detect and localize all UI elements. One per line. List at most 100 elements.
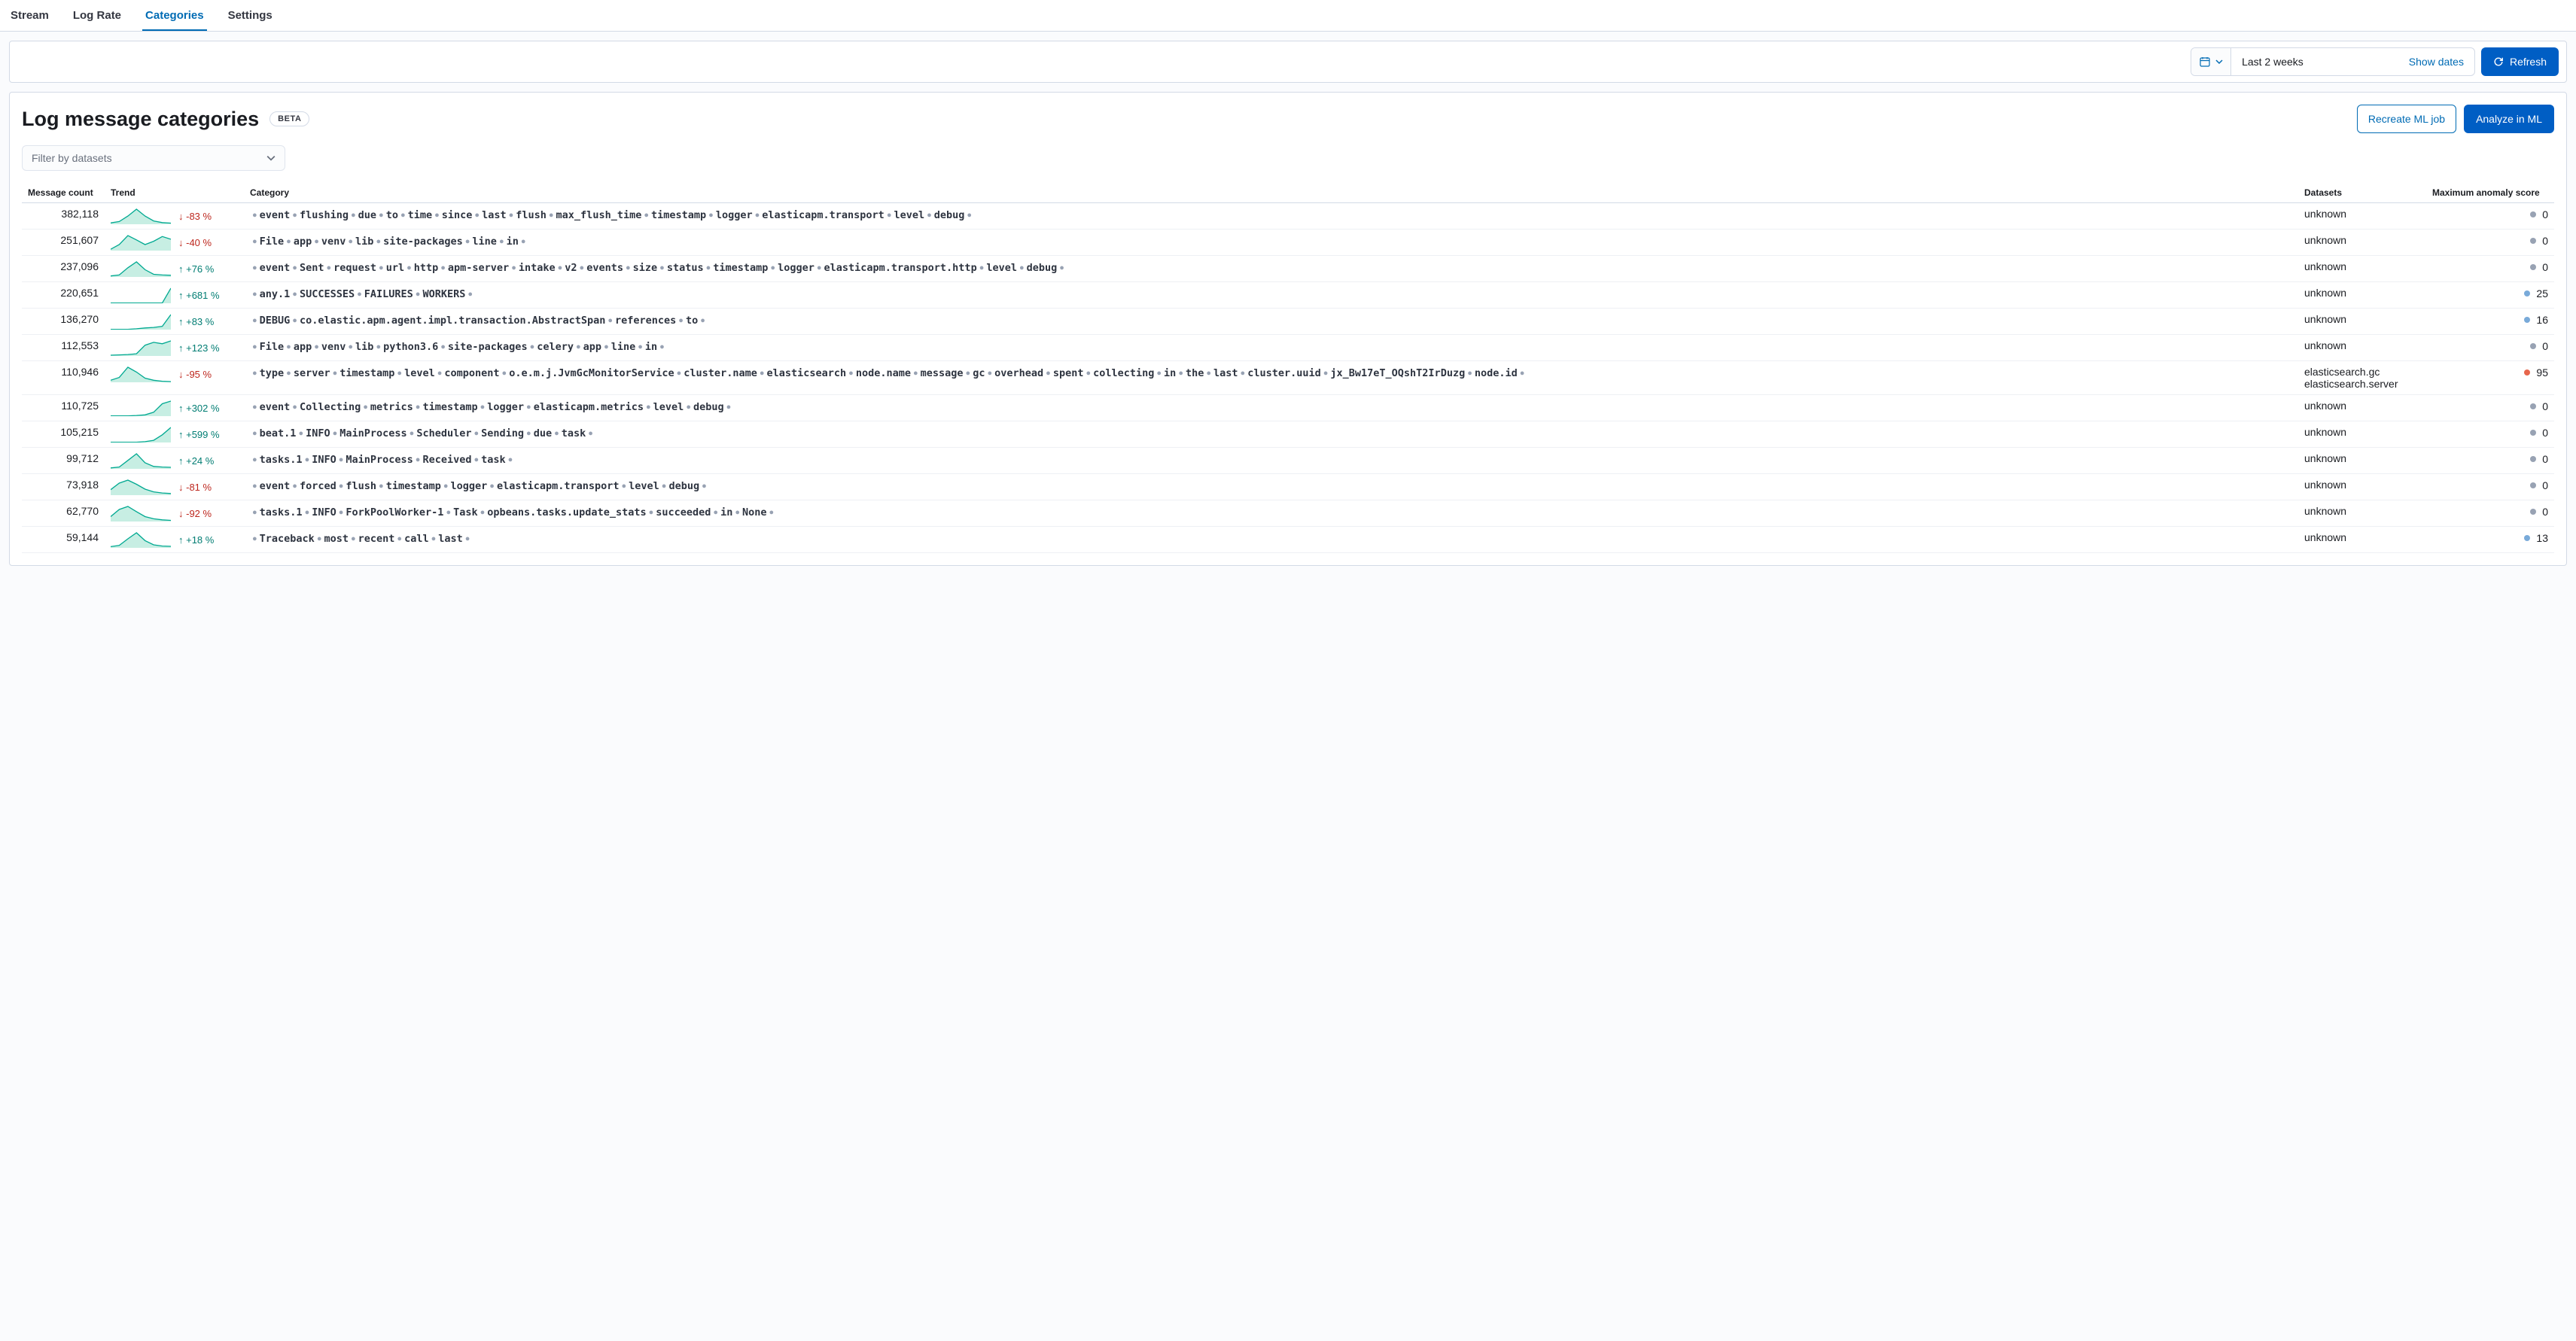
arrow-down-icon: ↓ -92 % xyxy=(178,508,212,519)
tab-log-rate[interactable]: Log Rate xyxy=(70,0,124,31)
datasets-cell: unknown xyxy=(2298,230,2426,256)
anomaly-score: 13 xyxy=(2426,527,2554,553)
datasets-cell: unknown xyxy=(2298,335,2426,361)
table-row[interactable]: 251,607↓ -40 %●File●app●venv●lib●site-pa… xyxy=(22,230,2554,256)
calendar-button[interactable] xyxy=(2191,48,2231,75)
arrow-up-icon: ↑ +681 % xyxy=(178,290,220,301)
trend-cell: ↓ -81 % xyxy=(105,474,244,500)
message-count: 112,553 xyxy=(22,335,105,361)
message-count: 110,725 xyxy=(22,395,105,421)
severity-dot-icon xyxy=(2524,369,2530,376)
categories-table: Message count Trend Category Datasets Ma… xyxy=(22,183,2554,553)
table-row[interactable]: 105,215↑ +599 %●beat.1●INFO●MainProcess●… xyxy=(22,421,2554,448)
beta-badge: BETA xyxy=(269,111,309,126)
datasets-cell: unknown xyxy=(2298,500,2426,527)
page-title: Log message categories xyxy=(22,108,259,131)
category-tokens: ●tasks.1●INFO●MainProcess●Received●task● xyxy=(244,448,2298,474)
arrow-up-icon: ↑ +302 % xyxy=(178,403,220,414)
trend-cell: ↑ +83 % xyxy=(105,309,244,335)
message-count: 59,144 xyxy=(22,527,105,553)
category-tokens: ●beat.1●INFO●MainProcess●Scheduler●Sendi… xyxy=(244,421,2298,448)
arrow-up-icon: ↑ +599 % xyxy=(178,429,220,440)
tab-stream[interactable]: Stream xyxy=(8,0,52,31)
table-row[interactable]: 136,270↑ +83 %●DEBUG●co.elastic.apm.agen… xyxy=(22,309,2554,335)
category-tokens: ●tasks.1●INFO●ForkPoolWorker-1●Task●opbe… xyxy=(244,500,2298,527)
severity-dot-icon xyxy=(2530,482,2536,488)
tab-categories[interactable]: Categories xyxy=(142,0,207,31)
category-tokens: ●DEBUG●co.elastic.apm.agent.impl.transac… xyxy=(244,309,2298,335)
time-toolbar: Last 2 weeks Show dates Refresh xyxy=(9,41,2567,83)
col-datasets[interactable]: Datasets xyxy=(2298,183,2426,203)
datasets-cell: elasticsearch.gc elasticsearch.server xyxy=(2298,361,2426,395)
categories-panel: Log message categories BETA Recreate ML … xyxy=(9,92,2567,566)
trend-cell: ↓ -92 % xyxy=(105,500,244,527)
table-row[interactable]: 73,918↓ -81 %●event●forced●flush●timesta… xyxy=(22,474,2554,500)
severity-dot-icon xyxy=(2524,535,2530,541)
date-range-body[interactable]: Last 2 weeks Show dates xyxy=(2231,56,2474,68)
arrow-down-icon: ↓ -40 % xyxy=(178,237,212,248)
severity-dot-icon xyxy=(2530,211,2536,217)
anomaly-score: 0 xyxy=(2426,335,2554,361)
category-tokens: ●any.1●SUCCESSES●FAILURES●WORKERS● xyxy=(244,282,2298,309)
arrow-up-icon: ↑ +123 % xyxy=(178,342,220,354)
col-score[interactable]: Maximum anomaly score xyxy=(2426,183,2554,203)
category-tokens: ●Traceback●most●recent●call●last● xyxy=(244,527,2298,553)
table-row[interactable]: 99,712↑ +24 %●tasks.1●INFO●MainProcess●R… xyxy=(22,448,2554,474)
severity-dot-icon xyxy=(2530,456,2536,462)
category-tokens: ●event●Collecting●metrics●timestamp●logg… xyxy=(244,395,2298,421)
table-row[interactable]: 59,144 ↑ +18 % ●Traceback●most●recent●call… xyxy=(22,527,2554,553)
main-tabs: Stream Log Rate Categories Settings xyxy=(0,0,2576,32)
anomaly-score: 0 xyxy=(2426,448,2554,474)
refresh-icon xyxy=(2493,56,2504,67)
col-message-count[interactable]: Message count xyxy=(22,183,105,203)
datasets-cell: unknown xyxy=(2298,421,2426,448)
severity-dot-icon xyxy=(2524,317,2530,323)
anomaly-score: 0 xyxy=(2426,256,2554,282)
trend-cell: ↓ -95 % xyxy=(105,361,244,395)
recreate-ml-button[interactable]: Recreate ML job xyxy=(2357,105,2456,133)
arrow-down-icon: ↓ -83 % xyxy=(178,211,212,222)
category-tokens: ●event●flushing●due●to●time●since●last●f… xyxy=(244,203,2298,230)
message-count: 110,946 xyxy=(22,361,105,395)
analyze-ml-button[interactable]: Analyze in ML xyxy=(2464,105,2554,133)
show-dates-link[interactable]: Show dates xyxy=(2409,56,2464,68)
table-row[interactable]: 112,553 ↑ +123 % ●File●app●venv●lib●python… xyxy=(22,335,2554,361)
tab-settings[interactable]: Settings xyxy=(225,0,276,31)
severity-dot-icon xyxy=(2530,343,2536,349)
category-tokens: ●File●app●venv●lib●python3.6●site-packag… xyxy=(244,335,2298,361)
chevron-down-icon xyxy=(266,154,276,163)
message-count: 62,770 xyxy=(22,500,105,527)
datasets-cell: unknown xyxy=(2298,256,2426,282)
trend-cell: ↑ +123 % xyxy=(105,335,244,361)
dataset-filter[interactable]: Filter by datasets xyxy=(22,145,285,171)
category-tokens: ●event●forced●flush●timestamp●logger●ela… xyxy=(244,474,2298,500)
arrow-up-icon: ↑ +18 % xyxy=(178,534,214,546)
col-category[interactable]: Category xyxy=(244,183,2298,203)
datasets-cell: unknown xyxy=(2298,203,2426,230)
arrow-up-icon: ↑ +76 % xyxy=(178,263,214,275)
col-trend[interactable]: Trend xyxy=(105,183,244,203)
severity-dot-icon xyxy=(2524,290,2530,296)
refresh-button[interactable]: Refresh xyxy=(2481,47,2559,76)
trend-cell: ↑ +302 % xyxy=(105,395,244,421)
message-count: 382,118 xyxy=(22,203,105,230)
table-row[interactable]: 220,651↑ +681 %●any.1●SUCCESSES●FAILURES… xyxy=(22,282,2554,309)
arrow-down-icon: ↓ -81 % xyxy=(178,482,212,493)
anomaly-score: 16 xyxy=(2426,309,2554,335)
table-row[interactable]: 62,770 ↓ -92 % ●tasks.1●INFO●ForkPoolWorke… xyxy=(22,500,2554,527)
anomaly-score: 0 xyxy=(2426,203,2554,230)
table-row[interactable]: 237,096↑ +76 %●event●Sent●request●url●ht… xyxy=(22,256,2554,282)
severity-dot-icon xyxy=(2530,403,2536,409)
table-row[interactable]: 110,946↓ -95 %●type●server●timestamp●lev… xyxy=(22,361,2554,395)
datasets-cell: unknown xyxy=(2298,309,2426,335)
severity-dot-icon xyxy=(2530,509,2536,515)
anomaly-score: 0 xyxy=(2426,230,2554,256)
severity-dot-icon xyxy=(2530,430,2536,436)
table-row[interactable]: 110,725 ↑ +302 % ●event●Collecting●metrics… xyxy=(22,395,2554,421)
arrow-up-icon: ↑ +24 % xyxy=(178,455,214,467)
date-picker[interactable]: Last 2 weeks Show dates xyxy=(2191,47,2475,76)
message-count: 136,270 xyxy=(22,309,105,335)
refresh-label: Refresh xyxy=(2510,56,2547,68)
chevron-down-icon xyxy=(2215,58,2223,65)
table-row[interactable]: 382,118 ↓ -83 % ●event●flushing●due●to●tim… xyxy=(22,203,2554,230)
